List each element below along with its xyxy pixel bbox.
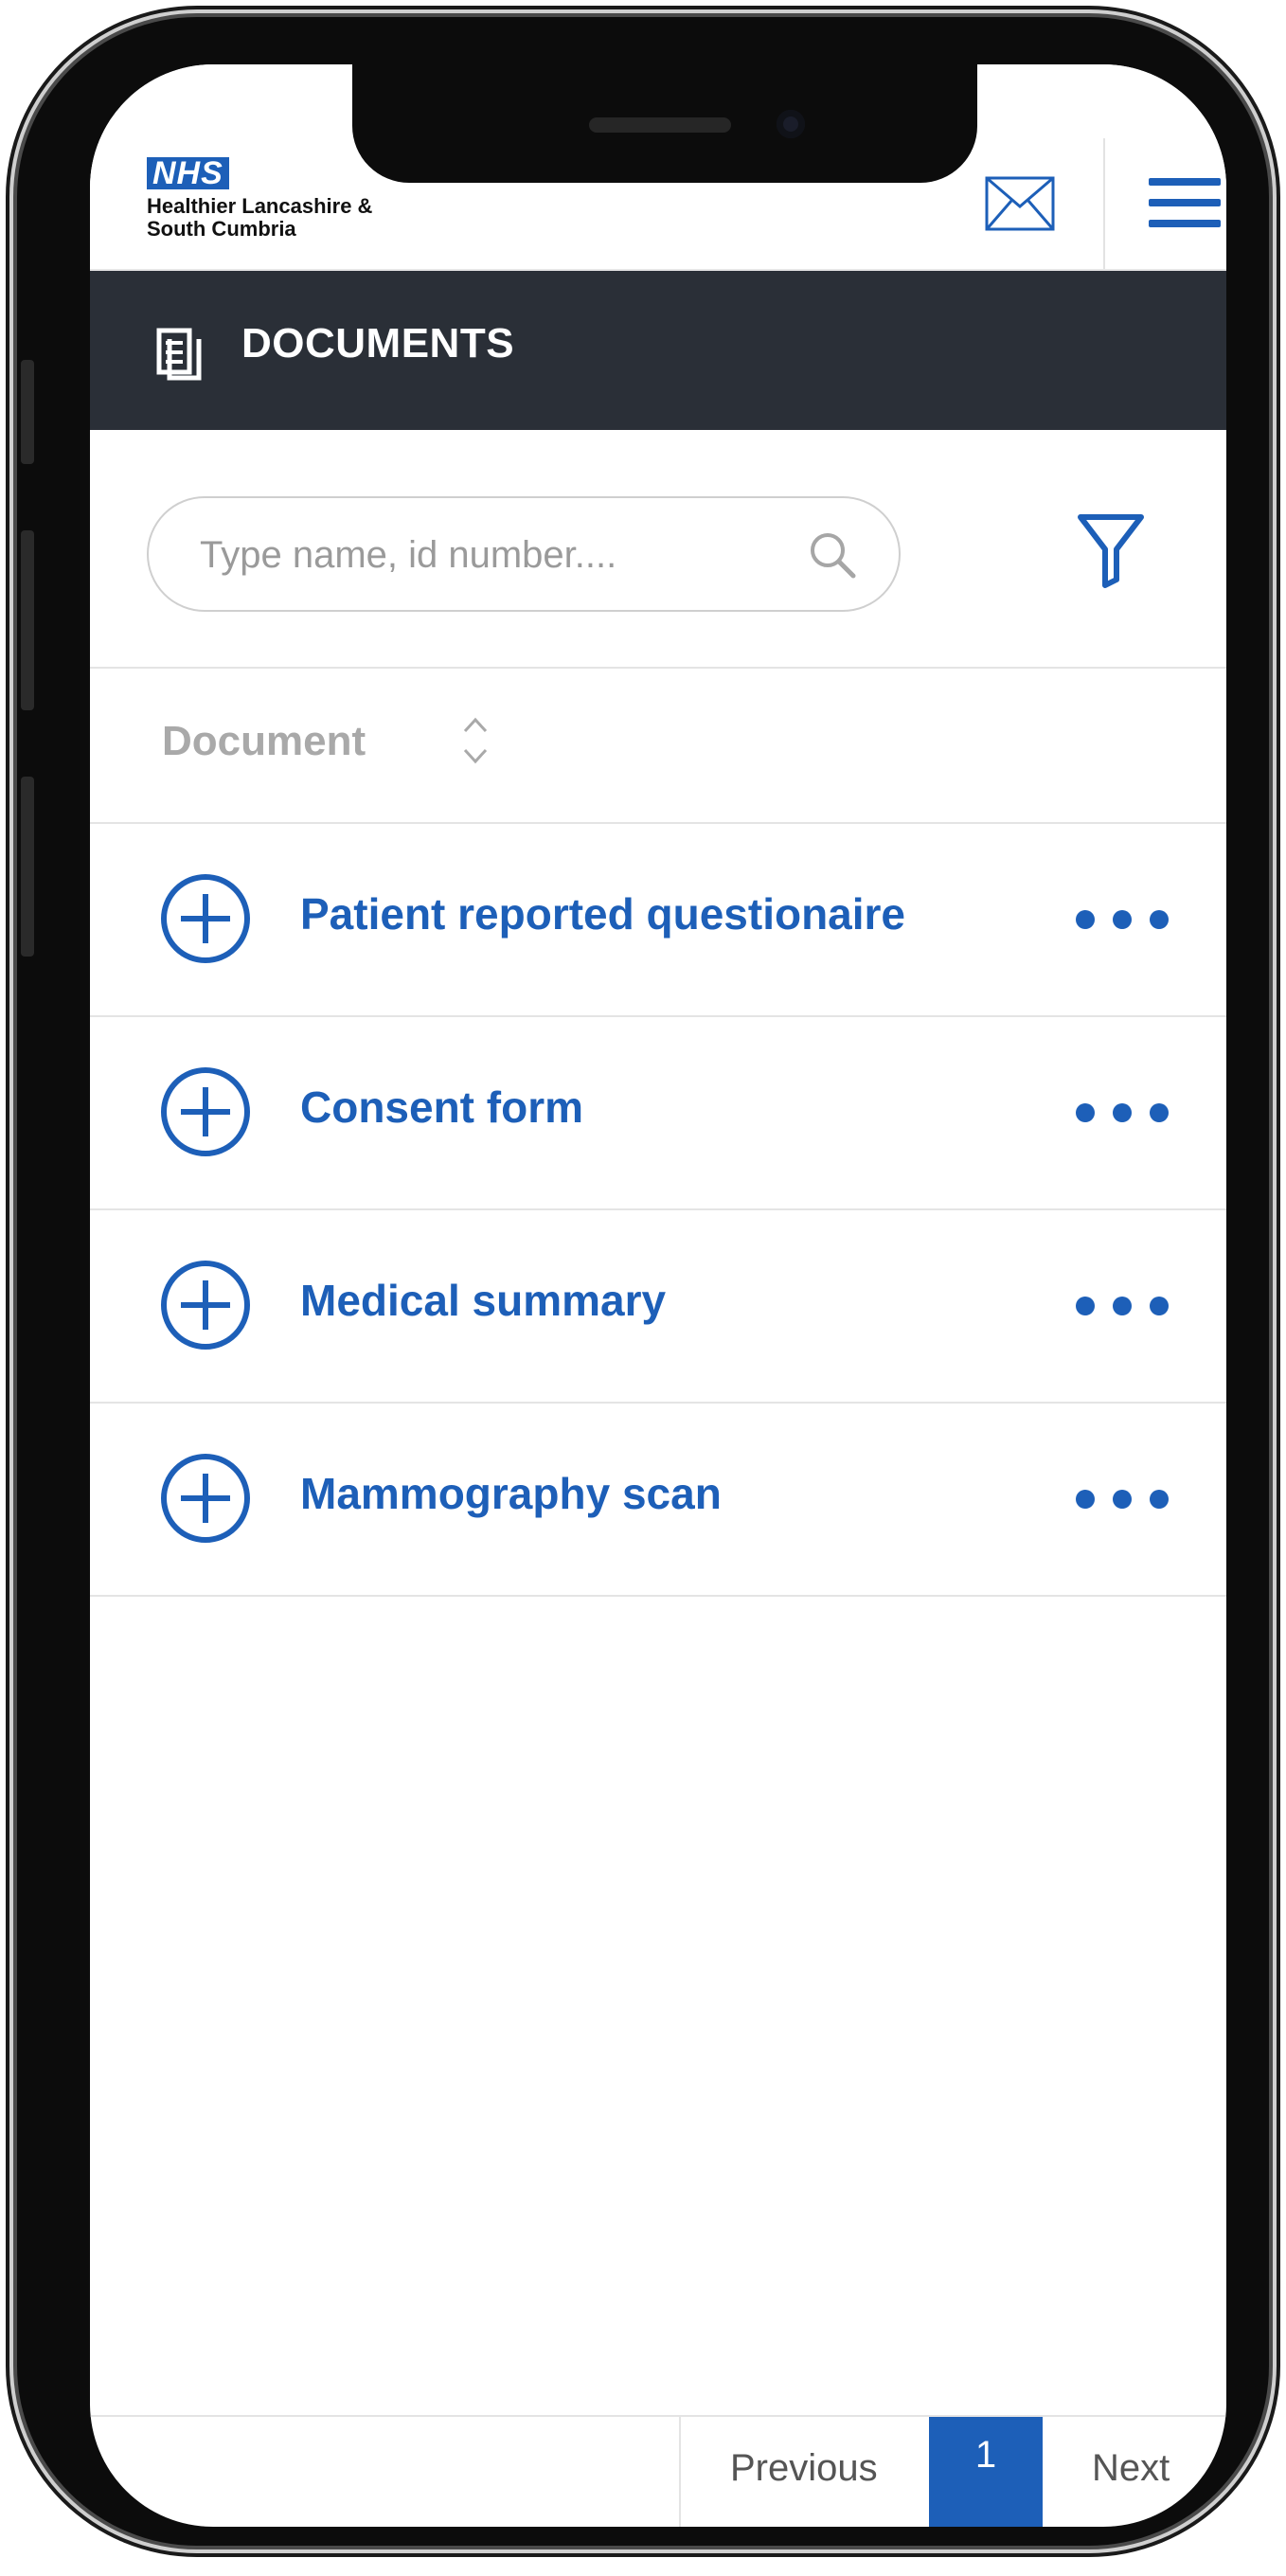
more-options-icon[interactable] bbox=[1073, 1487, 1171, 1512]
filter-icon[interactable] bbox=[1075, 510, 1147, 591]
mail-icon[interactable] bbox=[985, 176, 1055, 231]
document-column-header[interactable]: Document bbox=[162, 718, 366, 765]
mute-switch bbox=[21, 360, 34, 464]
document-row[interactable]: Patient reported questionaire bbox=[90, 824, 1226, 1017]
expand-plus-icon[interactable] bbox=[158, 871, 253, 966]
sort-chevrons-icon[interactable] bbox=[459, 712, 491, 769]
volume-down-button bbox=[21, 777, 34, 957]
page-title-bar: DOCUMENTS bbox=[90, 271, 1226, 430]
phone-screen: NHS Healthier Lancashire & South Cumbria bbox=[90, 64, 1226, 2527]
search-icon[interactable] bbox=[808, 530, 857, 580]
expand-plus-icon[interactable] bbox=[158, 1258, 253, 1352]
org-name-line-1: Healthier Lancashire & bbox=[147, 194, 373, 218]
volume-up-button bbox=[21, 530, 34, 710]
current-page-button[interactable]: 1 bbox=[929, 2417, 1043, 2527]
next-page-button[interactable]: Next bbox=[1092, 2447, 1170, 2490]
header-divider bbox=[1103, 138, 1105, 269]
speaker-grille bbox=[589, 117, 731, 133]
document-row[interactable]: Medical summary bbox=[90, 1210, 1226, 1404]
more-options-icon[interactable] bbox=[1073, 907, 1171, 932]
hamburger-menu-icon[interactable] bbox=[1149, 176, 1221, 229]
document-name[interactable]: Mammography scan bbox=[300, 1468, 722, 1519]
org-name-line-2: South Cumbria bbox=[147, 217, 296, 241]
document-row[interactable]: Consent form bbox=[90, 1017, 1226, 1210]
device-notch bbox=[352, 64, 977, 183]
document-name[interactable]: Patient reported questionaire bbox=[300, 888, 905, 939]
search-box bbox=[147, 496, 901, 612]
search-input[interactable] bbox=[198, 498, 789, 612]
pagination-divider bbox=[90, 2415, 1226, 2417]
front-camera bbox=[777, 110, 805, 138]
more-options-icon[interactable] bbox=[1073, 1294, 1171, 1318]
expand-plus-icon[interactable] bbox=[158, 1451, 253, 1546]
document-name[interactable]: Consent form bbox=[300, 1082, 583, 1133]
page-title: DOCUMENTS bbox=[241, 320, 515, 367]
documents-icon bbox=[156, 328, 202, 381]
organisation-name: Healthier Lancashire & South Cumbria bbox=[147, 195, 450, 241]
document-name[interactable]: Medical summary bbox=[300, 1275, 666, 1326]
pagination-separator bbox=[679, 2417, 681, 2527]
previous-page-button[interactable]: Previous bbox=[730, 2447, 878, 2490]
search-divider bbox=[90, 667, 1226, 669]
expand-plus-icon[interactable] bbox=[158, 1064, 253, 1159]
nhs-logo[interactable]: NHS bbox=[147, 157, 229, 189]
more-options-icon[interactable] bbox=[1073, 1100, 1171, 1125]
document-row[interactable]: Mammography scan bbox=[90, 1404, 1226, 1597]
